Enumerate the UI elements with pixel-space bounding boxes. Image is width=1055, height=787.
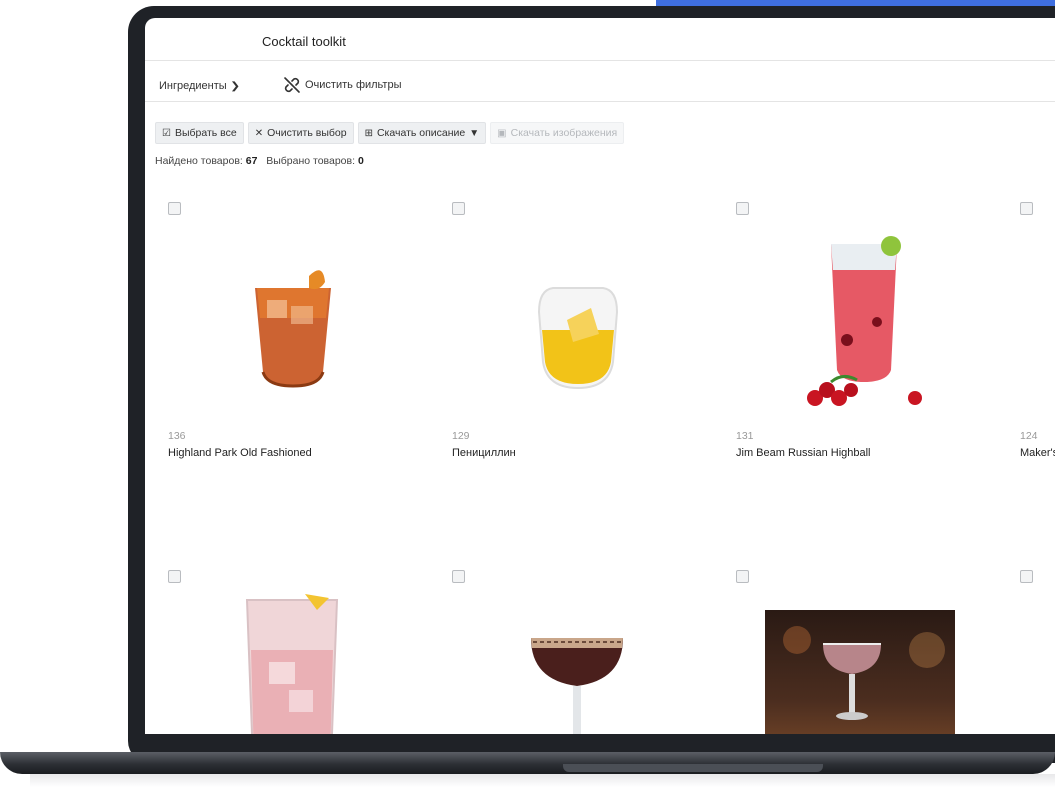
product-id: 131 — [736, 430, 754, 442]
red-highball-glass-icon — [727, 222, 1011, 422]
header-divider — [145, 60, 1055, 61]
clear-selection-button[interactable]: ✕ Очистить выбор — [247, 122, 354, 144]
filters-divider — [145, 101, 1055, 102]
unlink-icon — [283, 76, 301, 94]
selected-label: Выбрано товаров: — [266, 155, 356, 167]
ingredients-dropdown[interactable]: Ингредиенты ❯ — [159, 80, 240, 92]
product-id: 136 — [168, 430, 186, 442]
product-checkbox[interactable] — [736, 570, 749, 583]
download-description-button[interactable]: ⊞ Скачать описание ▼ — [357, 122, 487, 144]
app-title: Cocktail toolkit — [262, 34, 346, 49]
download-images-button[interactable]: ▣ Скачать изображения — [490, 122, 625, 144]
yellow-cocktail-glass-icon — [443, 222, 727, 422]
product-checkbox[interactable] — [1020, 570, 1033, 583]
old-fashioned-glass-icon — [159, 222, 443, 422]
espresso-martini-glass-icon — [443, 590, 727, 734]
product-id: 129 — [452, 430, 470, 442]
image-icon: ▣ — [497, 127, 507, 139]
clear-selection-label: Очистить выбор — [267, 127, 347, 139]
product-checkbox[interactable] — [1020, 202, 1033, 215]
product-checkbox[interactable] — [168, 570, 181, 583]
found-count: 67 — [245, 155, 258, 167]
coupe-bar-photo-icon — [727, 590, 1011, 734]
cherry-highball-glass-icon — [159, 590, 443, 734]
laptop-base-notch — [563, 764, 823, 772]
select-all-button[interactable]: ☑ Выбрать все — [155, 122, 244, 144]
clear-filters-label: Очистить фильтры — [305, 79, 402, 91]
ingredients-dropdown-label: Ингредиенты — [159, 80, 227, 92]
product-name[interactable]: Jim Beam Russian Highball — [736, 447, 871, 459]
product-checkbox[interactable] — [168, 202, 181, 215]
product-checkbox[interactable] — [452, 570, 465, 583]
found-label: Найдено товаров: — [155, 155, 243, 167]
select-all-label: Выбрать все — [174, 127, 237, 139]
selected-count: 0 — [357, 155, 364, 167]
results-summary: Найдено товаров: 67 Выбрано товаров: 0 — [155, 155, 364, 167]
laptop-shadow — [30, 774, 1055, 787]
cocktail-icon — [1011, 222, 1055, 422]
cocktail-icon — [1011, 590, 1055, 734]
download-images-label: Скачать изображения — [510, 127, 618, 139]
caret-down-icon: ▼ — [469, 127, 480, 139]
product-checkbox[interactable] — [452, 202, 465, 215]
download-description-label: Скачать описание — [376, 127, 466, 139]
chevron-down-icon: ❯ — [229, 80, 240, 92]
checked-box-icon: ☑ — [162, 127, 171, 139]
product-checkbox[interactable] — [736, 202, 749, 215]
app-screen: Cocktail toolkit Ингредиенты ❯ Очистить … — [145, 18, 1055, 734]
product-id: 124 — [1020, 430, 1038, 442]
product-name[interactable]: Highland Park Old Fashioned — [168, 447, 312, 459]
selection-toolbar: ☑ Выбрать все ✕ Очистить выбор ⊞ Скачать… — [155, 122, 625, 144]
product-name[interactable]: Maker's I — [1020, 447, 1055, 459]
close-icon: ✕ — [254, 127, 264, 139]
clear-filters-button[interactable]: Очистить фильтры — [283, 76, 402, 94]
laptop-base — [0, 752, 1055, 774]
product-name[interactable]: Пенициллин — [452, 447, 516, 459]
table-icon: ⊞ — [364, 127, 373, 139]
